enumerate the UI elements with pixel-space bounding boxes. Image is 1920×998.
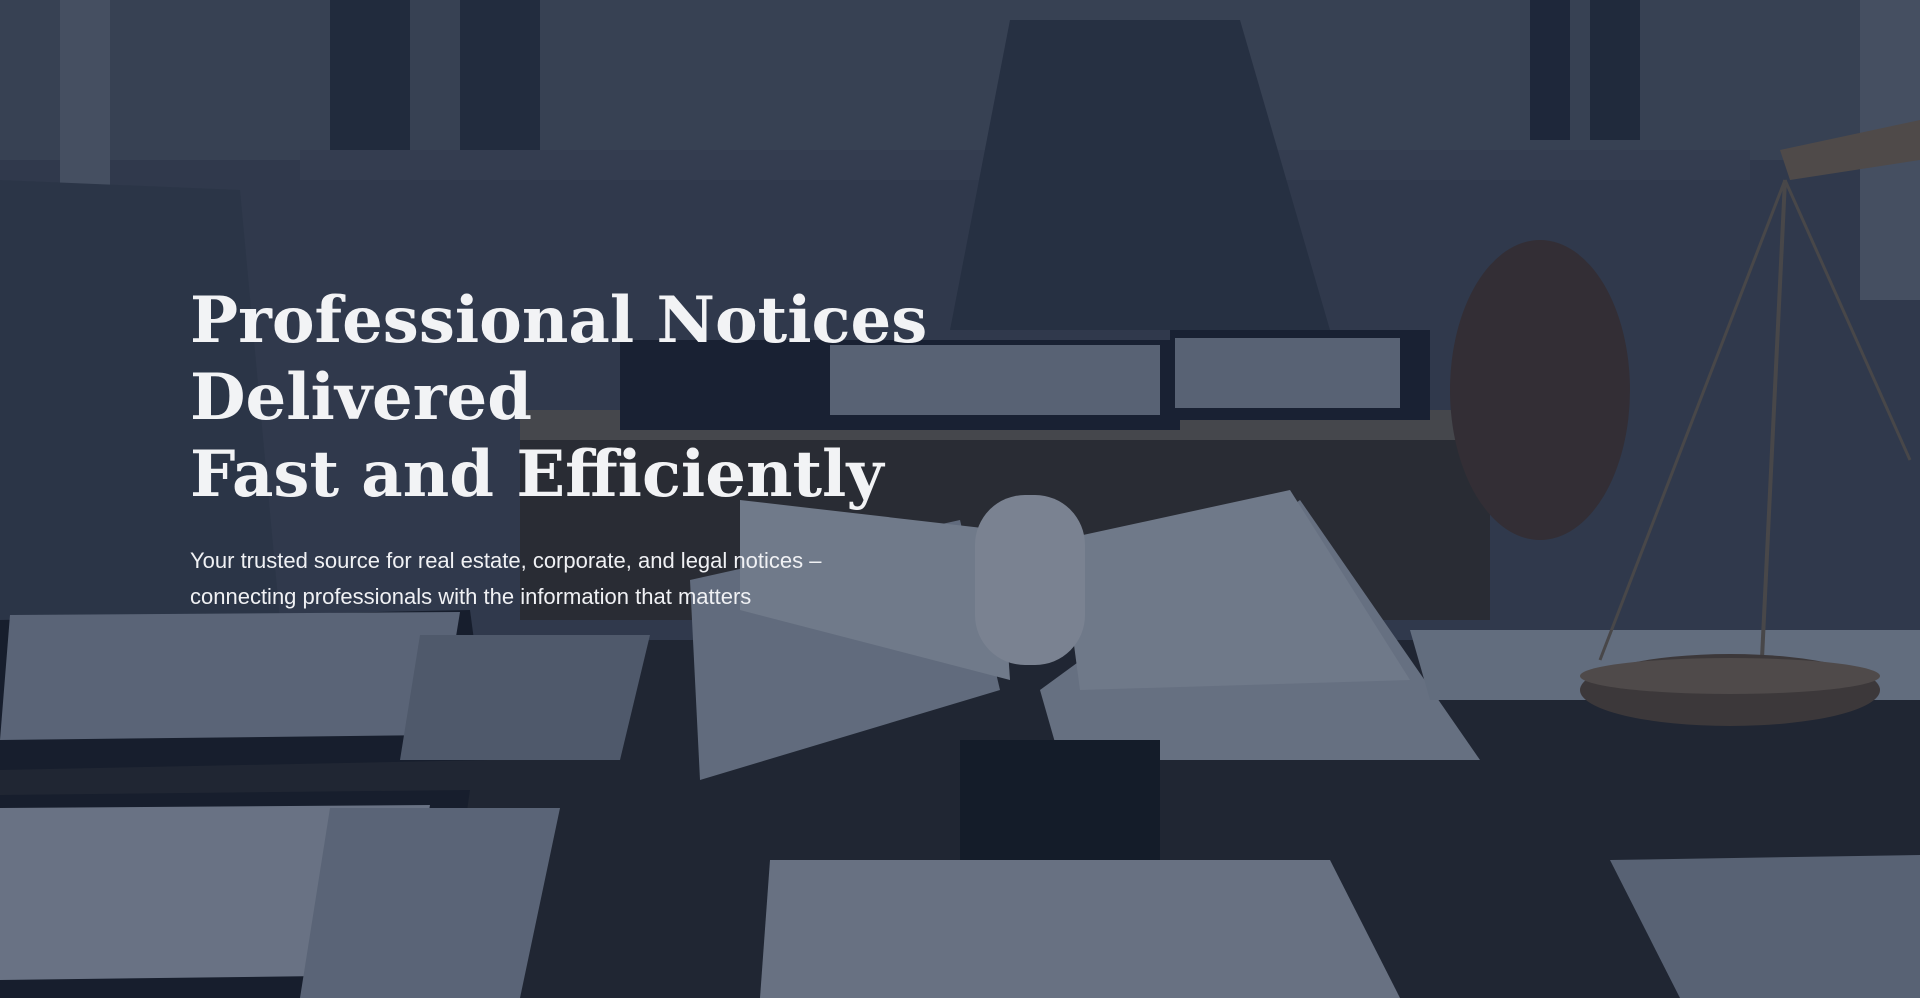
hero-subtitle-line-2: connecting professionals with the inform… [190,584,752,609]
hero-subtitle-line-1: Your trusted source for real estate, cor… [190,548,822,573]
hero-title-line-1: Professional Notices Delivered [190,283,928,435]
hero-content: Professional Notices Delivered Fast and … [190,282,1170,615]
hero-title-line-2: Fast and Efficiently [190,437,884,512]
hero-section: Professional Notices Delivered Fast and … [0,0,1920,998]
hero-title: Professional Notices Delivered Fast and … [190,282,1170,513]
hero-subtitle: Your trusted source for real estate, cor… [190,543,1170,615]
